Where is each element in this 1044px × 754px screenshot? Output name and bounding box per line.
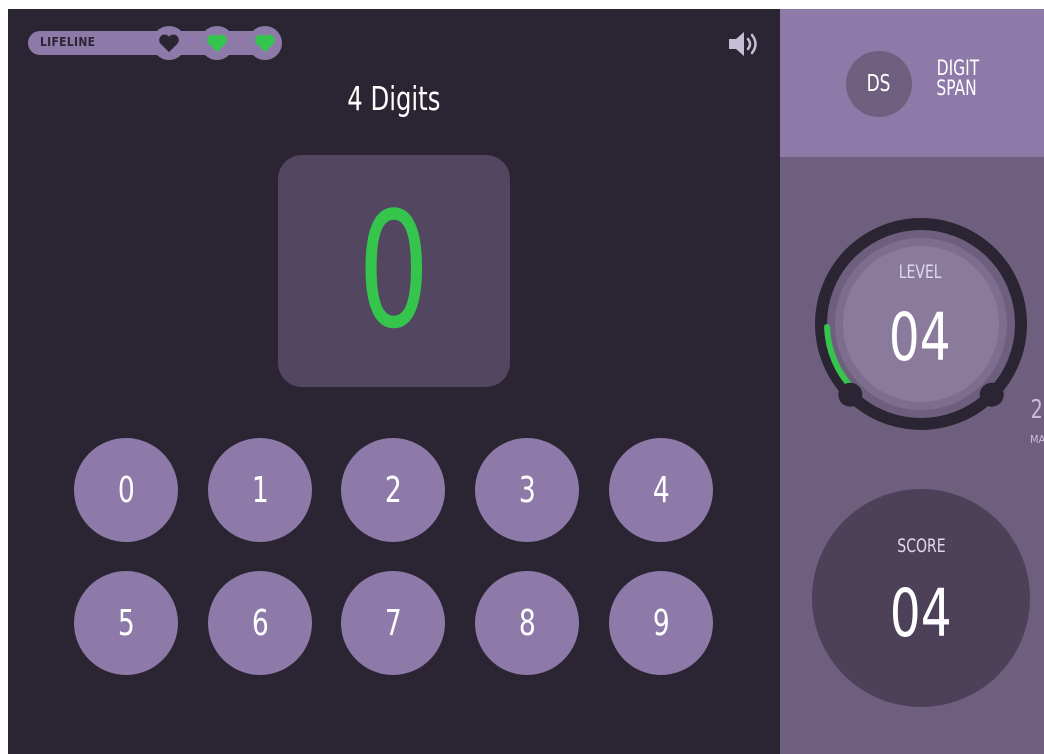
level-value: 04	[889, 299, 951, 376]
max-level-label: MAX	[1030, 433, 1044, 446]
digit-key-label: 9	[652, 602, 670, 644]
digit-display: 0	[278, 155, 510, 387]
level-label: LEVEL	[898, 261, 942, 283]
heart-lost-icon	[152, 26, 186, 60]
digit-key-2[interactable]: 2	[341, 438, 445, 542]
digit-key-label: 8	[518, 602, 536, 644]
sidebar: DS DIGIT SPAN LEVEL 04 25 MAX	[780, 9, 1044, 754]
digit-key-label: 3	[518, 469, 536, 511]
digit-key-label: 2	[384, 469, 402, 511]
digit-key-0[interactable]: 0	[74, 438, 178, 542]
lifeline-bar: LIFELINE	[28, 26, 282, 60]
digit-key-label: 0	[117, 469, 135, 511]
app-logo: DS	[846, 51, 912, 117]
heart-full-icon	[248, 26, 282, 60]
speaker-icon[interactable]	[726, 29, 762, 59]
displayed-digit: 0	[358, 177, 430, 364]
ring-end-knob	[979, 382, 1004, 407]
app-name-line2: SPAN	[936, 76, 977, 100]
digit-key-7[interactable]: 7	[341, 571, 445, 675]
max-level-value: 25	[1030, 395, 1044, 425]
ring-start-knob	[838, 382, 863, 407]
digit-key-label: 5	[117, 602, 135, 644]
sidebar-header: DS DIGIT SPAN	[780, 9, 1044, 157]
app-name: DIGIT SPAN	[932, 56, 984, 100]
app-window: LIFELINE 4 Digits 0 0 1 2 3 4 5 6 7 8 9 DS DIGIT …	[8, 9, 1044, 754]
digit-key-5[interactable]: 5	[74, 571, 178, 675]
digit-key-3[interactable]: 3	[475, 438, 579, 542]
app-name-line1: DIGIT	[936, 56, 980, 80]
score-label: SCORE	[896, 535, 946, 557]
game-area: LIFELINE 4 Digits 0 0 1 2 3 4 5 6 7 8 9	[8, 9, 780, 754]
digit-key-8[interactable]: 8	[475, 571, 579, 675]
digit-key-label: 4	[652, 469, 670, 511]
digit-key-label: 7	[384, 602, 402, 644]
digit-key-6[interactable]: 6	[208, 571, 312, 675]
digit-key-1[interactable]: 1	[208, 438, 312, 542]
heart-full-icon	[200, 26, 234, 60]
score-value: 04	[890, 575, 952, 652]
score-circle: SCORE 04	[812, 489, 1030, 707]
digit-key-label: 6	[251, 602, 269, 644]
digit-key-4[interactable]: 4	[609, 438, 713, 542]
digit-key-9[interactable]: 9	[609, 571, 713, 675]
digit-key-label: 1	[251, 469, 269, 511]
lifeline-label: LIFELINE	[40, 35, 96, 49]
page-title: 4 Digits	[347, 79, 441, 118]
